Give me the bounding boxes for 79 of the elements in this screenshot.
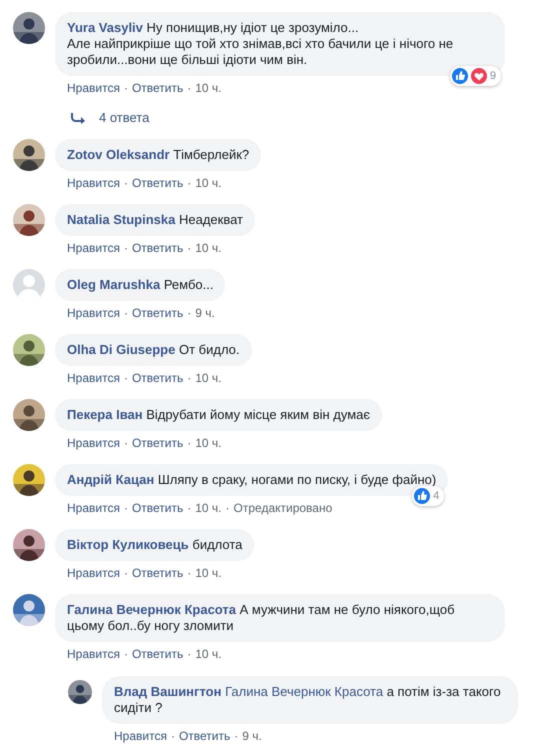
reaction-count: 9 <box>490 69 496 84</box>
action-link[interactable]: Ответить <box>132 80 184 96</box>
separator-dot: · <box>187 646 192 662</box>
comment-text: Пекера Іван Відрубати йому місце яким він думає <box>67 407 370 423</box>
action-link[interactable]: Нравится <box>67 435 120 451</box>
author-name[interactable]: Віктор Куликовець <box>67 537 189 552</box>
action-link[interactable]: Ответить <box>132 240 184 256</box>
separator-dot: · <box>187 80 192 96</box>
separator-dot: · <box>124 80 128 96</box>
action-link[interactable]: Ответить <box>132 175 184 191</box>
separator-dot: · <box>124 565 128 581</box>
author-name[interactable]: Natalia Stupinska <box>67 212 176 227</box>
separator-dot: · <box>234 728 238 744</box>
author-name[interactable]: Влад Вашингтон <box>114 684 222 699</box>
action-link[interactable]: Нравится <box>114 728 167 744</box>
separator-dot: · <box>124 175 128 191</box>
author-name[interactable]: Андрій Кацан <box>67 472 154 487</box>
action-link[interactable]: Ответить <box>132 565 184 581</box>
comment-text: Віктор Куликовець бидлота <box>67 537 242 553</box>
separator-dot: · <box>187 175 192 191</box>
action-link[interactable]: Нравится <box>67 305 120 321</box>
comment-text: Андрій Кацан Шляпу в сраку, ногами по писку, і буде файно) <box>67 472 436 488</box>
timestamp: 10 ч. <box>195 370 222 386</box>
separator-dot: · <box>124 370 128 386</box>
comment-text: Влад Вашингтон Галина Вечернюк Красота а потім із-за такого сидіти ? <box>114 684 502 716</box>
separator-dot: · <box>187 435 192 451</box>
separator-dot: · <box>124 500 128 516</box>
comment-text: Oleg Marushka Рембо... <box>67 277 214 293</box>
separator-dot: · <box>226 500 230 516</box>
separator-dot: · <box>187 305 192 321</box>
author-name[interactable]: Zotov Oleksandr <box>67 147 170 162</box>
action-link[interactable]: Нравится <box>67 646 120 662</box>
comment-text: Olha Di Giuseppe От бидло. <box>67 342 240 358</box>
comment-text: Zotov Oleksandr Тімберлейк? <box>67 147 250 163</box>
action-link[interactable]: Нравится <box>67 240 120 256</box>
author-name[interactable]: Yura Vasyliv <box>67 20 143 35</box>
timestamp: 9 ч. <box>195 305 215 321</box>
timestamp: 10 ч. <box>195 435 222 451</box>
action-link[interactable]: Ответить <box>132 435 184 451</box>
timestamp: 10 ч. <box>195 175 222 191</box>
comment-text: Галина Вечернюк Красота А мужчини там не було ніякого,щоб цьому бол..бу ногу зломити <box>67 602 456 634</box>
separator-dot: · <box>187 500 192 516</box>
separator-dot: · <box>187 240 192 256</box>
reply-arrow-icon <box>71 112 85 124</box>
comment-text: Yura Vasyliv Ну понищив,ну ідіот це зрозуміло... Але найприкріше що той хто знімав,всі хто бачили це і нічого не зробили...вони ще більші ідіоти чим він. <box>67 20 454 68</box>
timestamp: 10 ч. <box>195 500 222 516</box>
separator-dot: · <box>124 435 128 451</box>
separator-dot: · <box>124 646 128 662</box>
timestamp: 9 ч. <box>242 728 262 744</box>
action-link[interactable]: Нравится <box>67 500 120 516</box>
timestamp: 10 ч. <box>195 646 222 662</box>
action-link[interactable]: Нравится <box>67 370 120 386</box>
separator-dot: · <box>124 240 128 256</box>
action-link[interactable]: Нравится <box>67 175 120 191</box>
author-name[interactable]: Галина Вечернюк Красота <box>67 602 236 617</box>
separator-dot: · <box>187 565 192 581</box>
action-link[interactable]: Ответить <box>132 646 184 662</box>
timestamp: 10 ч. <box>195 240 222 256</box>
action-link[interactable]: Нравится <box>67 80 120 96</box>
action-link[interactable]: Ответить <box>132 305 184 321</box>
timestamp: Отредактировано <box>234 500 332 516</box>
mention-link[interactable]: Галина Вечернюк Красота <box>225 684 384 699</box>
action-link[interactable]: Ответить <box>178 728 230 744</box>
reaction-count: 4 <box>433 489 440 504</box>
author-name[interactable]: Oleg Marushka <box>67 277 160 292</box>
separator-dot: · <box>124 305 128 321</box>
like-icon <box>414 488 430 504</box>
timestamp: 10 ч. <box>195 80 222 96</box>
comment-text: Natalia Stupinska Неадекват <box>67 212 244 228</box>
replies-link[interactable]: 4 ответа <box>99 110 150 126</box>
separator-dot: · <box>187 370 192 386</box>
timestamp: 10 ч. <box>195 565 222 581</box>
separator-dot: · <box>170 728 175 744</box>
action-link[interactable]: Ответить <box>132 500 184 516</box>
like-icon <box>452 68 468 84</box>
action-link[interactable]: Ответить <box>132 370 184 386</box>
author-name[interactable]: Пекера Іван <box>67 407 143 422</box>
author-name[interactable]: Olha Di Giuseppe <box>67 342 176 357</box>
action-link[interactable]: Нравится <box>67 565 120 581</box>
